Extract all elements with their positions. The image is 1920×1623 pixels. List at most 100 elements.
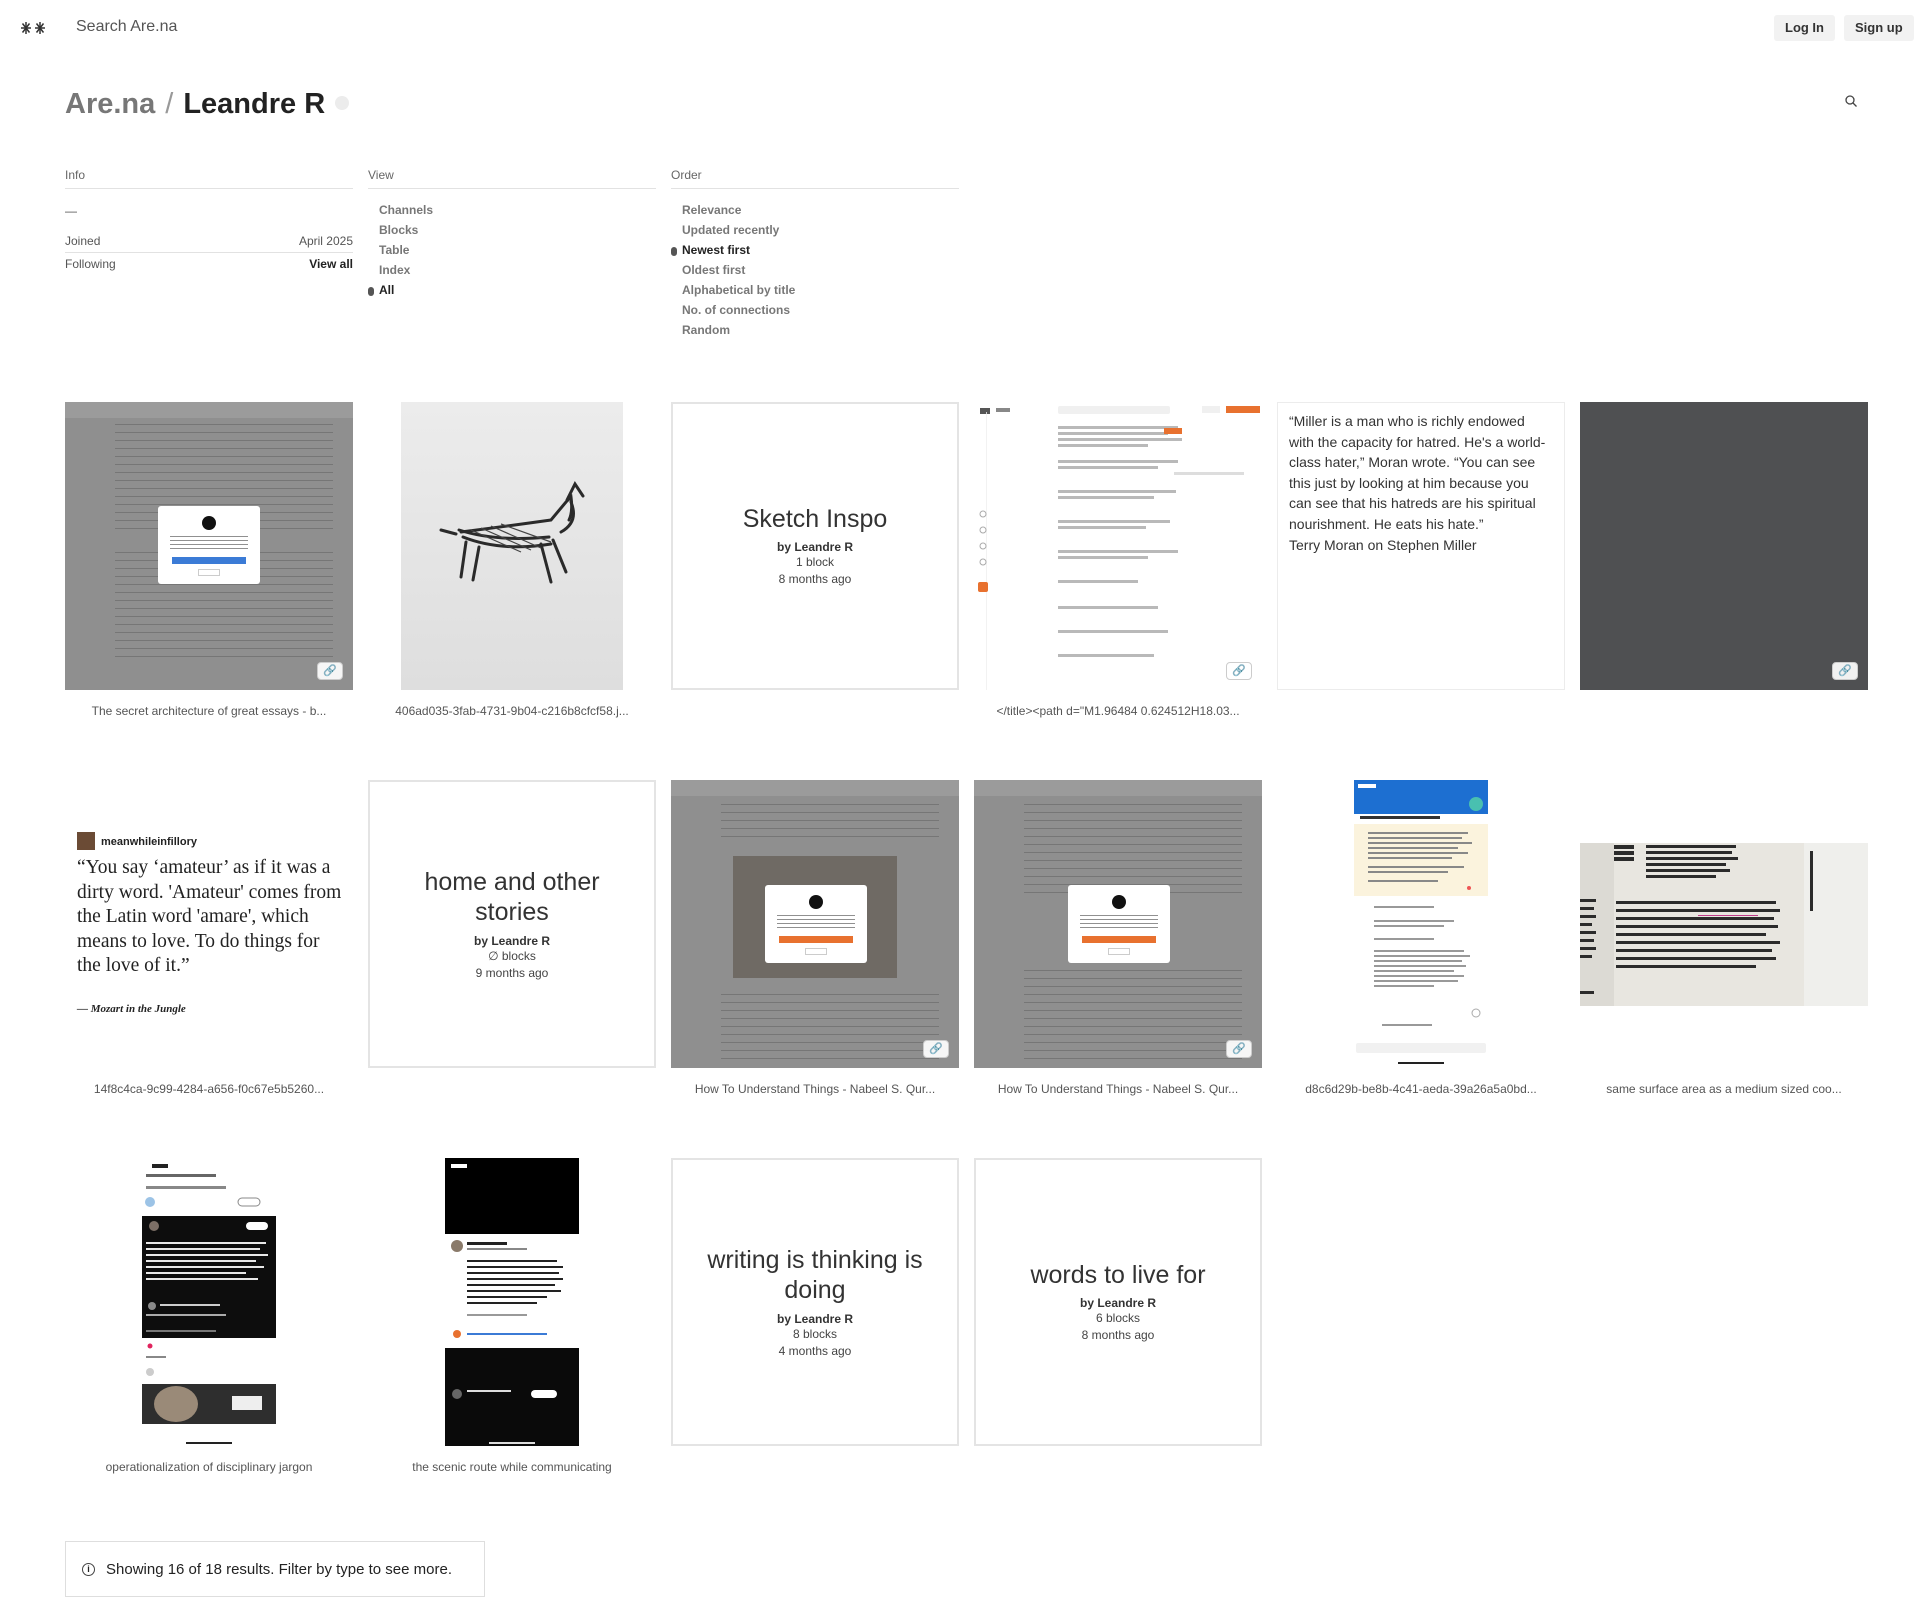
link-icon[interactable]: 🔗 bbox=[1832, 662, 1858, 680]
following-label: Following bbox=[65, 257, 116, 271]
view-heading: View bbox=[368, 168, 656, 189]
info-heading: Info bbox=[65, 168, 353, 189]
info-icon: i bbox=[82, 1562, 95, 1576]
scanned-page-image bbox=[1580, 843, 1868, 1006]
phone-screenshot bbox=[142, 1158, 276, 1446]
block-caption: The secret architecture of great essays … bbox=[91, 704, 327, 718]
arena-logo-icon[interactable] bbox=[18, 16, 48, 40]
joined-label: Joined bbox=[65, 234, 101, 248]
thumbnail-modal bbox=[765, 885, 867, 963]
channel-title: home and other stories bbox=[424, 867, 600, 927]
thumbnail-modal bbox=[158, 506, 260, 584]
text-card[interactable]: “Miller is a man who is richly endowed w… bbox=[1277, 402, 1565, 690]
channel-time: 8 months ago bbox=[778, 572, 852, 587]
channel-count: 6 blocks bbox=[1095, 1311, 1141, 1326]
order-option-random[interactable]: Random bbox=[671, 320, 959, 340]
link-icon[interactable]: 🔗 bbox=[1226, 662, 1252, 680]
block-thumbnail[interactable] bbox=[368, 402, 656, 690]
block-thumbnail[interactable]: 🔗 bbox=[1580, 402, 1868, 690]
block-thumbnail[interactable]: 🔗 bbox=[671, 780, 959, 1068]
block-caption: same surface area as a medium sized coo.… bbox=[1606, 1082, 1842, 1096]
view-option-channels[interactable]: Channels bbox=[368, 200, 656, 220]
breadcrumb: Are.na / Leandre R bbox=[65, 88, 350, 128]
channel-box[interactable]: Sketch Inspo by Leandre R 1 block 8 mont… bbox=[671, 402, 959, 690]
thumbnail-text bbox=[1024, 804, 1242, 894]
results-notice-text: Showing 16 of 18 results. Filter by type… bbox=[106, 1560, 453, 1578]
block-card[interactable]: 406ad035-3fab-4731-9b04-c216b8cfcf58.j..… bbox=[368, 402, 656, 718]
block-caption: How To Understand Things - Nabeel S. Qur… bbox=[694, 1082, 936, 1096]
order-option-connections[interactable]: No. of connections bbox=[671, 300, 959, 320]
block-card[interactable]: same surface area as a medium sized coo.… bbox=[1580, 780, 1868, 1096]
thumbnail-toolbar bbox=[65, 402, 353, 418]
order-option-oldest[interactable]: Oldest first bbox=[671, 260, 959, 280]
login-button[interactable]: Log In bbox=[1774, 15, 1835, 41]
joined-row: Joined April 2025 bbox=[65, 230, 353, 253]
channel-card[interactable]: words to live for by Leandre R 6 blocks … bbox=[974, 1158, 1262, 1446]
block-thumbnail[interactable]: 🔗 bbox=[65, 402, 353, 690]
thumbnail-text bbox=[1024, 970, 1242, 1060]
block-card[interactable]: 🔗 </title><path d="M1.96484 0.624512H18.… bbox=[974, 402, 1262, 718]
link-icon[interactable]: 🔗 bbox=[1226, 1040, 1252, 1058]
block-card[interactable]: operationalization of disciplinary jargo… bbox=[65, 1158, 353, 1474]
search-icon[interactable] bbox=[1844, 94, 1858, 108]
block-caption: 14f8c4ca-9c99-4284-a656-f0c67e5b5260... bbox=[93, 1082, 325, 1096]
text-block-content: “Miller is a man who is richly endowed w… bbox=[1289, 413, 1546, 553]
following-view-all-link[interactable]: View all bbox=[309, 257, 353, 271]
order-panel: Order Relevance Updated recently Newest … bbox=[671, 168, 959, 340]
thumbnail-text bbox=[721, 994, 939, 1064]
channel-title: writing is thinking is doing bbox=[707, 1245, 923, 1305]
page-title[interactable]: Leandre R bbox=[183, 88, 325, 120]
link-icon[interactable]: 🔗 bbox=[923, 1040, 949, 1058]
block-card[interactable]: meanwhileinfillory “You say ‘amateur’ as… bbox=[65, 780, 353, 1096]
quote-user: meanwhileinfillory bbox=[77, 832, 197, 850]
channel-author: by Leandre R bbox=[776, 540, 854, 555]
search-input[interactable]: Search Are.na bbox=[76, 18, 177, 36]
info-panel: Info — Joined April 2025 Following View … bbox=[65, 168, 353, 275]
channel-time: 4 months ago bbox=[778, 1343, 852, 1358]
joined-value: April 2025 bbox=[298, 234, 353, 248]
order-heading: Order bbox=[671, 168, 959, 189]
order-option-relevance[interactable]: Relevance bbox=[671, 200, 959, 220]
channel-box[interactable]: words to live for by Leandre R 6 blocks … bbox=[974, 1158, 1262, 1446]
order-option-updated[interactable]: Updated recently bbox=[671, 220, 959, 240]
block-card[interactable]: 🔗 How To Understand Things - Nabeel S. Q… bbox=[671, 780, 959, 1096]
bio: — bbox=[65, 200, 353, 222]
block-thumbnail[interactable] bbox=[65, 1158, 353, 1446]
view-option-blocks[interactable]: Blocks bbox=[368, 220, 656, 240]
channel-title: Sketch Inspo bbox=[742, 504, 888, 533]
signup-button[interactable]: Sign up bbox=[1844, 15, 1914, 41]
view-option-table[interactable]: Table bbox=[368, 240, 656, 260]
channel-card[interactable]: Sketch Inspo by Leandre R 1 block 8 mont… bbox=[671, 402, 959, 690]
order-option-newest[interactable]: Newest first bbox=[671, 240, 959, 260]
channel-card[interactable]: home and other stories by Leandre R ∅ bl… bbox=[368, 780, 656, 1068]
block-thumbnail[interactable] bbox=[368, 1158, 656, 1446]
channel-card[interactable]: writing is thinking is doing by Leandre … bbox=[671, 1158, 959, 1446]
order-option-alphabetical[interactable]: Alphabetical by title bbox=[671, 280, 959, 300]
view-option-all[interactable]: All bbox=[368, 280, 656, 300]
block-thumbnail[interactable]: 🔗 bbox=[974, 780, 1262, 1068]
channel-author: by Leandre R bbox=[1079, 1296, 1157, 1311]
view-option-index[interactable]: Index bbox=[368, 260, 656, 280]
block-card[interactable]: d8c6d29b-be8b-4c41-aeda-39a26a5a0bd... bbox=[1277, 780, 1565, 1096]
block-thumbnail[interactable] bbox=[1580, 780, 1868, 1068]
channel-box[interactable]: home and other stories by Leandre R ∅ bl… bbox=[368, 780, 656, 1068]
link-icon[interactable]: 🔗 bbox=[317, 662, 343, 680]
breadcrumb-root[interactable]: Are.na bbox=[65, 88, 155, 120]
channel-box[interactable]: writing is thinking is doing by Leandre … bbox=[671, 1158, 959, 1446]
phone-screenshot bbox=[445, 1158, 579, 1446]
link-card[interactable]: 🔗 bbox=[1580, 402, 1868, 690]
block-thumbnail[interactable] bbox=[1277, 780, 1565, 1068]
following-row: Following View all bbox=[65, 253, 353, 275]
block-thumbnail[interactable]: meanwhileinfillory “You say ‘amateur’ as… bbox=[65, 780, 353, 1068]
thumbnail-toolbar bbox=[974, 780, 1262, 796]
block-card[interactable]: the scenic route while communicating bbox=[368, 1158, 656, 1474]
block-card[interactable]: 🔗 How To Understand Things - Nabeel S. Q… bbox=[974, 780, 1262, 1096]
text-block[interactable]: “Miller is a man who is richly endowed w… bbox=[1277, 402, 1565, 690]
block-caption: 406ad035-3fab-4731-9b04-c216b8cfcf58.j..… bbox=[395, 704, 629, 718]
block-thumbnail[interactable]: 🔗 bbox=[974, 402, 1262, 690]
thumbnail-text bbox=[721, 804, 939, 844]
bio-text: — bbox=[65, 204, 77, 218]
top-bar: Search Are.na Log In Sign up bbox=[0, 0, 1920, 56]
channel-author: by Leandre R bbox=[473, 933, 551, 948]
block-card[interactable]: 🔗 The secret architecture of great essay… bbox=[65, 402, 353, 718]
